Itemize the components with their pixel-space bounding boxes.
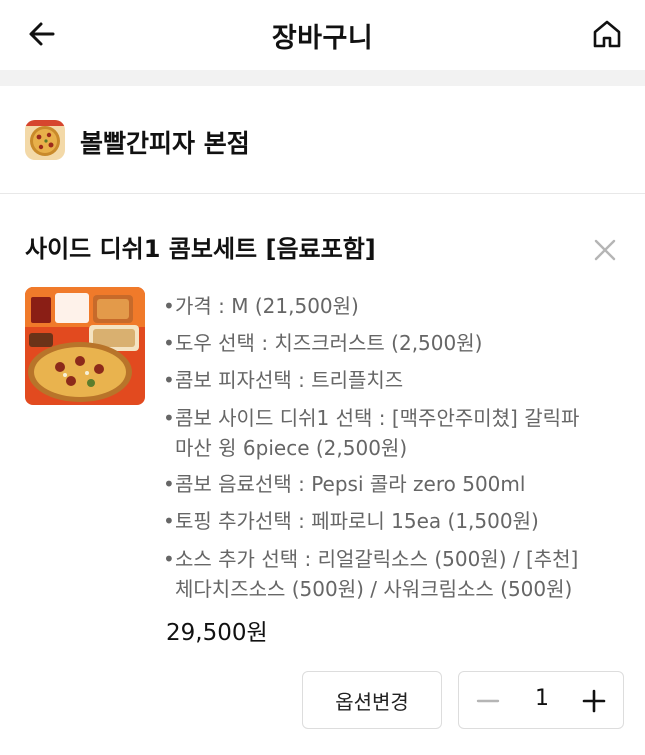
quantity-value: 1 <box>535 686 549 711</box>
section-divider <box>0 70 645 86</box>
store-logo <box>25 120 65 160</box>
product-image <box>25 287 145 405</box>
home-icon <box>593 20 621 48</box>
decrease-quantity-button[interactable] <box>473 686 503 716</box>
option-item: • 가격 : M (21,500원) <box>163 294 359 318</box>
plus-icon <box>582 689 606 713</box>
option-item: • 소스 추가 선택 : 리얼갈릭소스 (500원) / [추천] 체다치즈소스 (… <box>163 547 579 601</box>
option-item: • 토핑 추가선택 : 페파로니 15ea (1,500원) <box>163 509 539 533</box>
app-header: 장바구니 <box>0 0 645 70</box>
minus-icon <box>476 699 500 703</box>
home-button[interactable] <box>587 14 627 54</box>
option-item: • 콤보 음료선택 : Pepsi 콜라 zero 500ml <box>163 472 526 496</box>
store-row[interactable]: 볼빨간피자 본점 <box>0 86 645 194</box>
option-list: • 가격 : M (21,500원) • 도우 선택 : 치즈크러스트 (2,500… <box>163 288 618 607</box>
page-title: 장바구니 <box>271 23 374 54</box>
store-name: 볼빨간피자 본점 <box>80 129 250 158</box>
product-title: 사이드 디쉬1 콤보세트 [음료포함] <box>25 235 376 263</box>
remove-item-button[interactable] <box>588 233 622 267</box>
item-price: 29,500원 <box>166 620 268 646</box>
option-item: • 도우 선택 : 치즈크러스트 (2,500원) <box>163 331 483 355</box>
option-item: • 콤보 사이드 디쉬1 선택 : [맥주안주미쳤] 갈릭파 마산 윙 6piece… <box>163 406 580 460</box>
close-icon <box>594 239 616 261</box>
increase-quantity-button[interactable] <box>579 686 609 716</box>
change-options-button[interactable]: 옵션변경 <box>302 671 442 729</box>
quantity-stepper: 1 <box>458 671 624 729</box>
option-item: • 콤보 피자선택 : 트리플치즈 <box>163 368 404 392</box>
